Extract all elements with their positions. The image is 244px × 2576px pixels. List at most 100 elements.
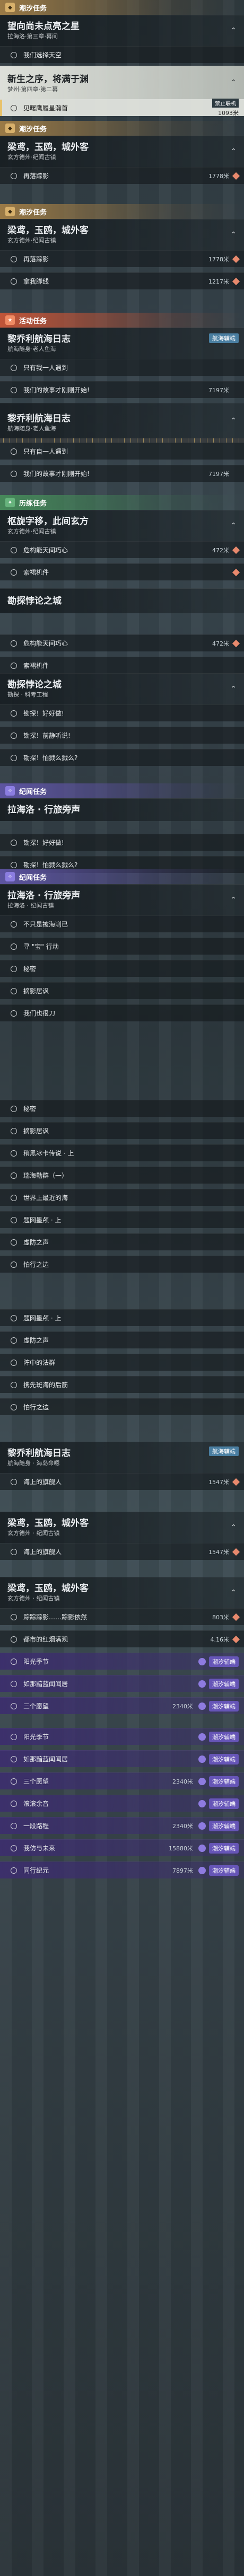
- quest-step[interactable]: 勘探！好好做!: [0, 834, 244, 851]
- quest-step[interactable]: 一段路程 2340米 潮汐辅端: [0, 1817, 244, 1834]
- quest-step[interactable]: 不只是被海削已: [0, 915, 244, 932]
- trial-section-3: 勘探悖论之城 勘探 · 科考工程 ⌃ 勘探！好好做! 勘探！前静听说! 勘探！怕…: [0, 673, 244, 766]
- tide-task-header[interactable]: ◆ 潮汐任务: [0, 204, 244, 219]
- navigate-badge: 航海辅端: [209, 333, 239, 343]
- tide-section-6: 梁鸢，玉鸥，城外客 玄方德州 · 纪闻古镇 ⌃ 踪踪踪影……踪影依然 803米 都…: [0, 1577, 244, 1714]
- quest-step[interactable]: 题网墨颅 · 上: [0, 1309, 244, 1326]
- quest-step[interactable]: 阵中的法群: [0, 1354, 244, 1371]
- step-circle-icon: [11, 1680, 17, 1687]
- step-circle-icon: [11, 1150, 17, 1157]
- quest-step[interactable]: 瑞海勤群（一）: [0, 1167, 244, 1184]
- quest-step[interactable]: 摘影居讽: [0, 982, 244, 999]
- quest-step[interactable]: 再落踪影 1778米: [0, 250, 244, 267]
- quest-card[interactable]: 勘探悖论之城: [0, 588, 244, 613]
- quest-step[interactable]: 我仿与未来 15880米 潮汐辅端: [0, 1839, 244, 1856]
- quest-card[interactable]: 梁鸢，玉鸥，城外客 玄方德州·纪闻古镇 ⌃: [0, 219, 244, 250]
- waves-badge: 潮汐辅端: [198, 1753, 239, 1765]
- quest-step[interactable]: 三个愿望 2340米 潮汐辅端: [0, 1697, 244, 1714]
- quest-step[interactable]: 滚滚余音 潮汐辅端: [0, 1795, 244, 1812]
- quest-card[interactable]: 望向尚未点亮之星 拉海洛·第三章·幕间 ⌃: [0, 15, 244, 46]
- quest-step[interactable]: 如那黯蓝闻闻居 潮汐辅端: [0, 1675, 244, 1692]
- tide-section-1: ◆ 潮汐任务 望向尚未点亮之星 拉海洛·第三章·幕间 ⌃ 我们选择天空: [0, 0, 244, 63]
- quest-step[interactable]: 世界上最近的海: [0, 1189, 244, 1206]
- chevron-up-icon: ⌃: [230, 896, 237, 904]
- quest-step[interactable]: 题网墨颅 · 上: [0, 1211, 244, 1228]
- quest-step[interactable]: 索裙机件: [0, 563, 244, 580]
- quest-step[interactable]: 索裙机件: [0, 657, 244, 674]
- waves-icon: [198, 1777, 206, 1785]
- legend-icon: ✧: [5, 786, 15, 796]
- legend-task-header[interactable]: ✧ 纪闻任务: [0, 783, 244, 798]
- quest-step[interactable]: 稍黑冰卡传说 · 上: [0, 1144, 244, 1161]
- quest-step[interactable]: 阳光季节 潮汐辅端: [0, 1653, 244, 1670]
- quest-step[interactable]: 寻 "宝" 行动: [0, 938, 244, 955]
- tide-task-header[interactable]: ◆ 潮汐任务: [0, 121, 244, 136]
- quest-step[interactable]: 三个愿望 2340米 潮汐辅端: [0, 1772, 244, 1789]
- step-circle-icon: [11, 470, 17, 477]
- quest-card[interactable]: 梁鸢，玉鸥，城外客 玄方德州 · 纪闻古镇 ⌃: [0, 1512, 244, 1543]
- quest-step[interactable]: 都市的红烟满观 4.16米: [0, 1630, 244, 1647]
- quest-step[interactable]: 只有自一人遇到: [0, 443, 244, 460]
- quest-card-selected[interactable]: 新生之序，将满于渊 梦州·第四章·第二幕 ⌃: [0, 66, 244, 99]
- status-badge: 禁止联机 1093米: [212, 99, 239, 117]
- quest-card[interactable]: 黎乔利航海日志 航海随身 · 海岛命嗯 航海辅端: [0, 1442, 244, 1473]
- location-marker-icon: [232, 255, 240, 263]
- quest-step[interactable]: 勘探！前静听说!: [0, 727, 244, 744]
- trial-task-header[interactable]: ✦ 历练任务: [0, 495, 244, 510]
- location-marker-icon: [232, 568, 240, 576]
- waves-icon: [198, 1755, 206, 1763]
- step-circle-icon: [11, 1359, 17, 1366]
- quest-card[interactable]: 枢旋字移，此间玄方 玄方德州·纪闻古镇 ⌃: [0, 510, 244, 541]
- tide-section-7: 阳光季节 潮汐辅端 如那黯蓝闻闻居 潮汐辅端 三个愿望 2340米 潮汐辅端 滚滚余音潮…: [0, 1728, 244, 1878]
- quest-card[interactable]: 拉海洛 · 行旅旁声 拉海洛 · 纪闻古镇 ⌃: [0, 884, 244, 915]
- step-circle-icon: [11, 1478, 17, 1485]
- navigate-badge: 航海辅端: [209, 1446, 239, 1456]
- step-circle-icon: [11, 861, 17, 868]
- event-task-header[interactable]: ★ 活动任务: [0, 313, 244, 328]
- quest-step[interactable]: 海上的旗舰人 1547米: [0, 1473, 244, 1490]
- quest-step[interactable]: 同行纪元 7897米 潮汐辅端: [0, 1862, 244, 1878]
- quest-step[interactable]: 虚防之声: [0, 1331, 244, 1348]
- step-circle-icon: [11, 1381, 17, 1388]
- quest-step[interactable]: 我们的故事才刚刚开始! 7197米: [0, 465, 244, 482]
- quest-step[interactable]: 携先斑海的后筋: [0, 1376, 244, 1393]
- quest-card[interactable]: 拉海洛 · 行旅旁声: [0, 798, 244, 821]
- step-circle-icon: [11, 104, 17, 111]
- quest-card[interactable]: 梁鸢，玉鸥，城外客 玄方德州 · 纪闻古镇 ⌃: [0, 1577, 244, 1608]
- quest-step[interactable]: 如那黯蓝闻闻居 潮汐辅端: [0, 1750, 244, 1767]
- quest-card[interactable]: 勘探悖论之城 勘探 · 科考工程 ⌃: [0, 673, 244, 704]
- quest-step[interactable]: 勘探！好好做!: [0, 704, 244, 721]
- quest-step[interactable]: 怕行之边: [0, 1398, 244, 1415]
- quest-step[interactable]: 勘探！怕戮么戮么?: [0, 749, 244, 766]
- quest-step[interactable]: 只有我一人遇到: [0, 359, 244, 376]
- legend-section-2: ✧ 纪闻任务 拉海洛 · 行旅旁声 拉海洛 · 纪闻古镇 ⌃ 不只是被海削已 寻 …: [0, 869, 244, 1021]
- quest-card[interactable]: 黎乔利航海日志 航海随身·老人鱼海 航海辅端: [0, 328, 244, 359]
- quest-step[interactable]: 我们也很刀: [0, 1004, 244, 1021]
- step-circle-icon: [11, 1845, 17, 1851]
- quest-step[interactable]: 危构能天间巧心 472米: [0, 541, 244, 558]
- waves-icon: [198, 1657, 206, 1665]
- quest-step[interactable]: 秘密: [0, 960, 244, 977]
- step-circle-icon: [11, 710, 17, 717]
- quest-step[interactable]: 危构能天间巧心 472米: [0, 634, 244, 651]
- quest-step-selected[interactable]: 见曙鹰履星瀚首 禁止联机 1093米: [0, 99, 244, 117]
- quest-step[interactable]: 拿我脚线 1217米: [0, 272, 244, 289]
- quest-step[interactable]: 阳光季节 潮汐辅端: [0, 1728, 244, 1745]
- legend-task-header[interactable]: ✧ 纪闻任务: [0, 869, 244, 884]
- quest-step[interactable]: 踪踪踪影……踪影依然 803米: [0, 1608, 244, 1625]
- quest-step[interactable]: 秘密: [0, 1100, 244, 1117]
- waves-icon: [198, 1866, 206, 1874]
- quest-card[interactable]: 黎乔利航海日志 航海随身·老人鱼海 ⌃: [0, 403, 244, 438]
- quest-step[interactable]: 我们选择天空: [0, 46, 244, 63]
- quest-step[interactable]: 再落踪影 1778米: [0, 167, 244, 184]
- quest-step[interactable]: 摘影居讽: [0, 1122, 244, 1139]
- location-marker-icon: [232, 277, 240, 285]
- quest-step[interactable]: 我们的故事才刚刚开始! 7197米: [0, 381, 244, 398]
- quest-step[interactable]: 海上的旗舰人 1547米: [0, 1543, 244, 1560]
- tide-task-header[interactable]: ◆ 潮汐任务: [0, 0, 244, 15]
- step-circle-icon: [11, 1105, 17, 1112]
- quest-step[interactable]: 虚防之声: [0, 1233, 244, 1250]
- legend-section-3: 秘密 摘影居讽 稍黑冰卡传说 · 上 瑞海勤群（一） 世界上最近的海 题网墨颅 …: [0, 1100, 244, 1273]
- quest-card[interactable]: 梁鸢，玉鸥，城外客 玄方德州·纪闻古镇 ⌃: [0, 136, 244, 167]
- quest-step[interactable]: 怕行之边: [0, 1256, 244, 1273]
